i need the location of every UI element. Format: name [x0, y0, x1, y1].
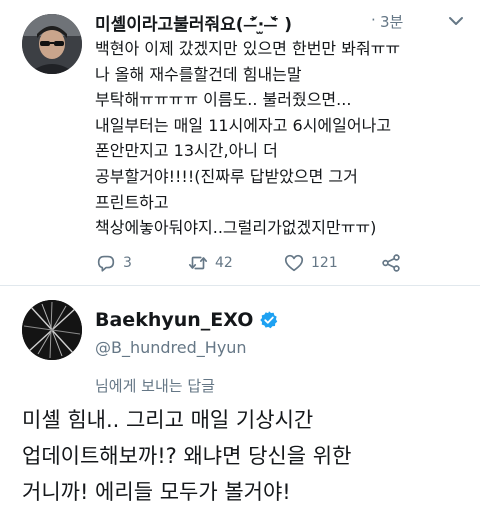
tweet-text-line: 내일부터는 매일 11시에자고 6시에일어나고 [95, 115, 392, 135]
reply-text-line: 거니까! 에리들 모두가 볼거야! [22, 480, 291, 504]
tweet-text-line: 부탁해ㅠㅠㅠㅠ 이름도.. 불러줬으면... [95, 90, 352, 110]
display-name[interactable]: Baekhyun_EXO [95, 309, 253, 331]
tweet-header: 미셸이라고불러줘요( ˃̶᷄‧̫ ˂̶᷅ ) · 3분 [95, 8, 465, 35]
handle[interactable]: @B_hundred_Hyun [95, 338, 247, 357]
avatar-photo [22, 300, 82, 360]
like-button[interactable]: 121 [283, 250, 338, 276]
timestamp[interactable]: 3분 [380, 11, 403, 32]
tweet-text-line: 폰안만지고 13시간,아니 더 [95, 141, 278, 161]
tweet-actions: 3 42 121 [95, 250, 415, 276]
reply-count: 3 [123, 255, 132, 271]
share-icon [382, 254, 400, 272]
like-count: 121 [311, 255, 338, 271]
replying-to-label: 님에게 보내는 답글 [95, 377, 215, 395]
chevron-down-icon[interactable] [447, 12, 465, 30]
retweet-button[interactable]: 42 [187, 250, 233, 276]
display-name[interactable]: 미셸이라고불러줘요( ˃̶᷄‧̫ ˂̶᷅ ) [95, 10, 292, 35]
reply-button[interactable]: 3 [95, 250, 132, 276]
reply-author[interactable]: Baekhyun_EXO [95, 307, 279, 333]
tweet-text-line: 백현아 이제 갔겠지만 있으면 한번만 봐줘ㅠㅠ [95, 39, 401, 58]
avatar[interactable] [22, 300, 82, 360]
divider [0, 285, 480, 286]
tweet-text-line: 공부할거야!!!!(진짜루 답받았으면 그거 [95, 166, 358, 186]
retweet-count: 42 [215, 255, 233, 271]
tweet-text-line: 나 올해 재수를할건데 힘내는말 [95, 64, 302, 84]
reply-icon [97, 255, 115, 272]
time-separator: · [371, 11, 376, 29]
reply-text: 미셸 힘내.. 그리고 매일 기상시간 업데이트해보까!? 왜냐면 당신을 위한… [22, 402, 472, 510]
like-icon [284, 254, 304, 272]
tweet-text-line: 책상에놓아둬야지..그럴리가없겠지만ㅠㅠ) [95, 218, 377, 238]
reply-text-line: 업데이트해보까!? 왜냐면 당신을 위한 [22, 444, 352, 468]
avatar[interactable] [22, 14, 82, 74]
retweet-icon [188, 256, 208, 270]
tweet-text: 백현아 이제 갔겠지만 있으면 한번만 봐줘ㅠㅠ 나 올해 재수를할건데 힘내는… [95, 36, 465, 241]
original-tweet: 미셸이라고불러줘요( ˃̶᷄‧̫ ˂̶᷅ ) · 3분 백현아 이제 갔겠지만 … [0, 0, 480, 285]
share-button[interactable] [380, 250, 402, 276]
reply-text-line: 미셸 힘내.. 그리고 매일 기상시간 [22, 408, 314, 432]
avatar-photo [22, 14, 82, 74]
verified-badge-icon [260, 311, 278, 329]
tweet-text-line: 프린트하고 [95, 192, 169, 212]
